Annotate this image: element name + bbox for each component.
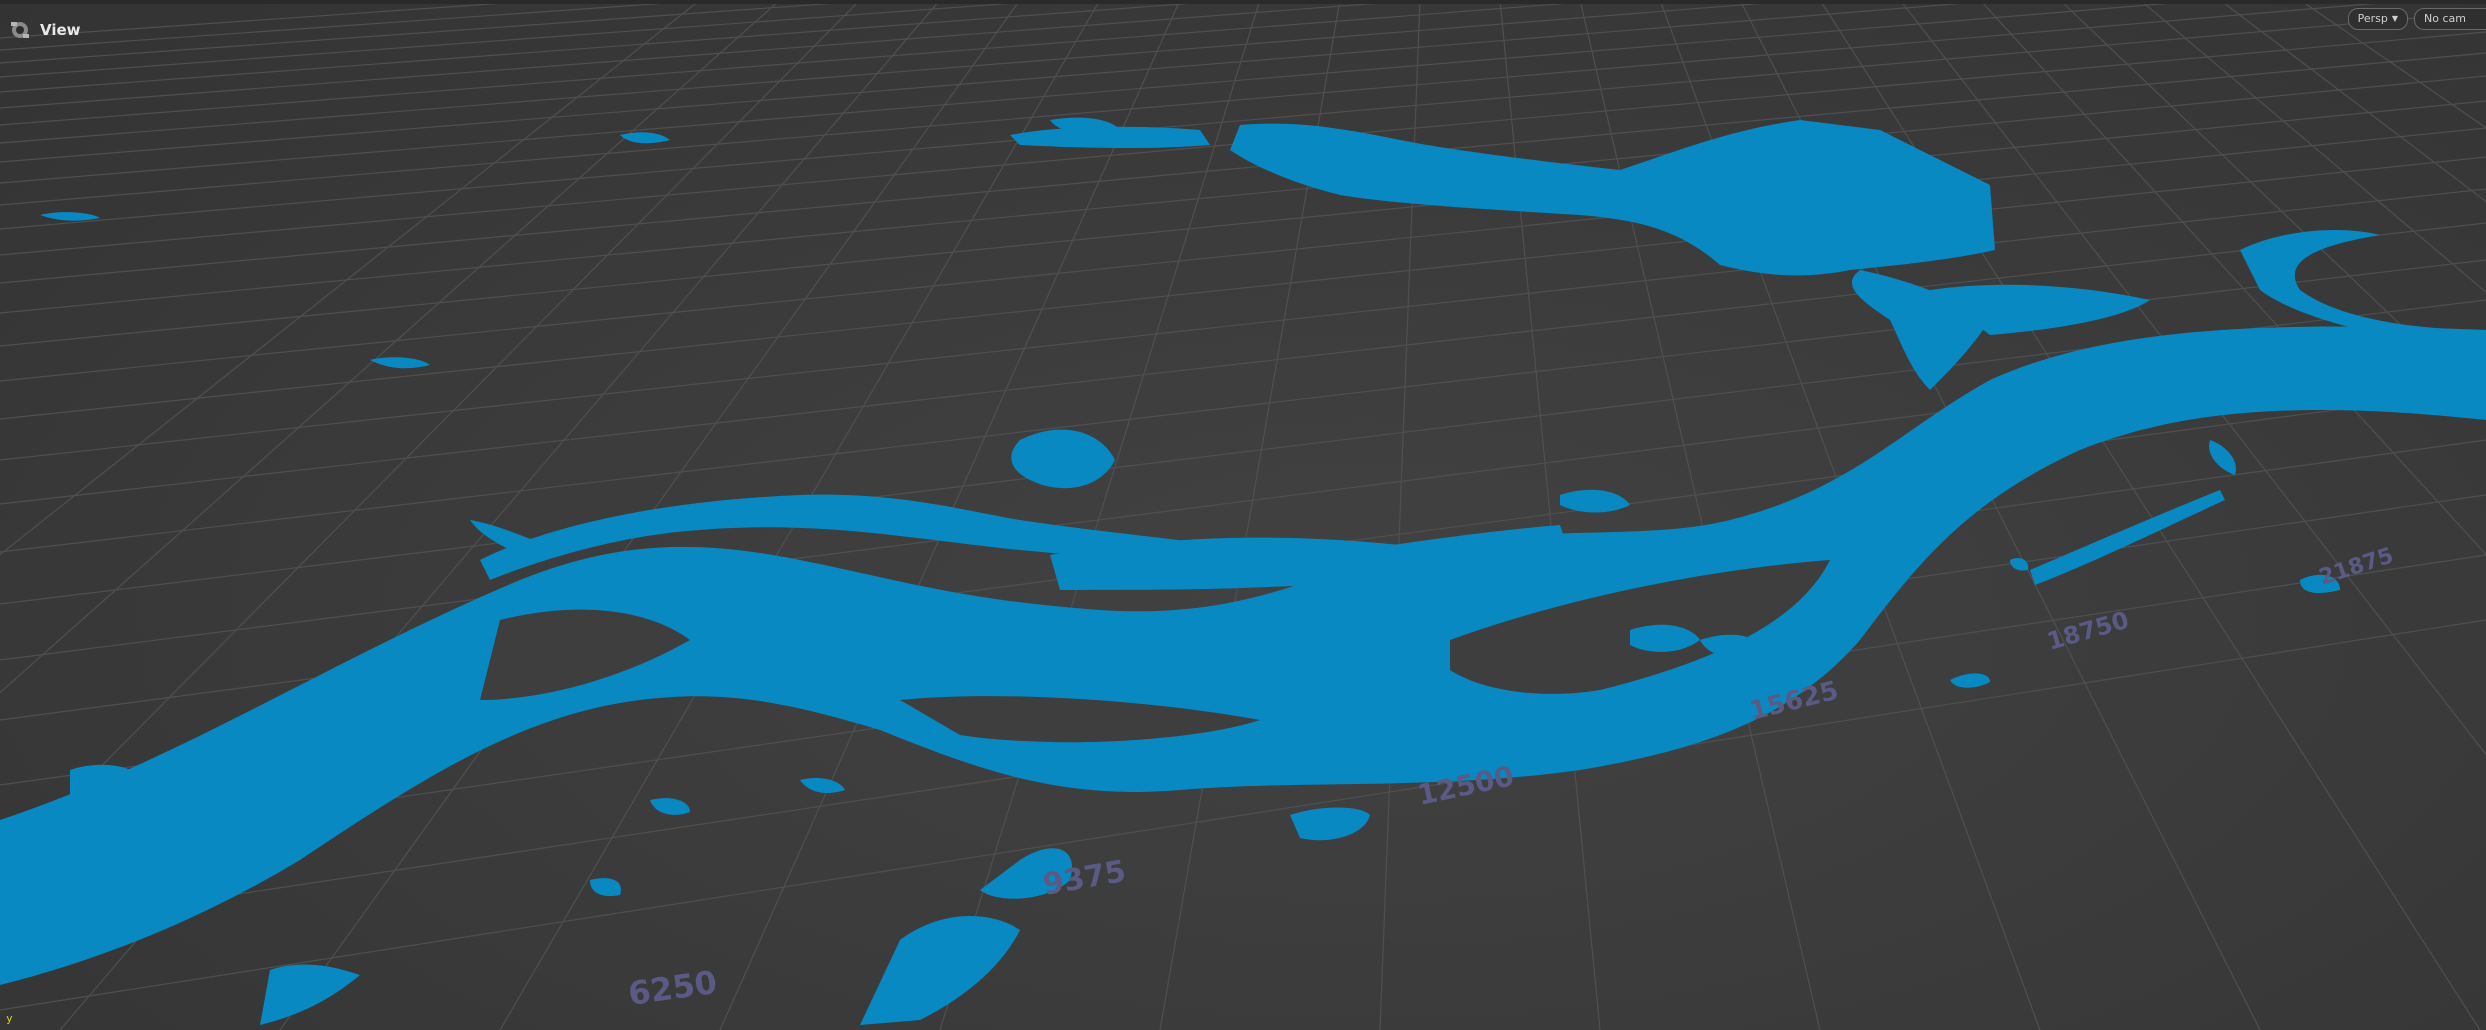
main-river-channel: [0, 326, 2486, 985]
camera-label: No cam: [2424, 12, 2466, 25]
view-header[interactable]: View: [8, 18, 81, 42]
projection-label: Persp: [2357, 12, 2388, 25]
viewport-controls[interactable]: Persp ▼ No cam: [2347, 8, 2486, 32]
camera-icon[interactable]: [8, 18, 32, 42]
ruler-label: 6250: [626, 963, 719, 1013]
viewport-3d[interactable]: 6250 9375 12500 15625 18750 21875 View P…: [0, 0, 2486, 1030]
ruler-label: 18750: [2044, 606, 2132, 656]
axis-indicator-y: y: [6, 1012, 13, 1025]
view-title: View: [40, 21, 81, 39]
projection-menu-button[interactable]: Persp ▼: [2347, 8, 2408, 30]
upper-lake: [1230, 120, 1995, 276]
chevron-down-icon: ▼: [2391, 14, 2398, 23]
camera-menu-button[interactable]: No cam: [2414, 8, 2486, 30]
river-geometry[interactable]: [0, 117, 2486, 1025]
viewport-top-border: [0, 0, 2486, 4]
scene-canvas[interactable]: 6250 9375 12500 15625 18750 21875: [0, 0, 2486, 1030]
